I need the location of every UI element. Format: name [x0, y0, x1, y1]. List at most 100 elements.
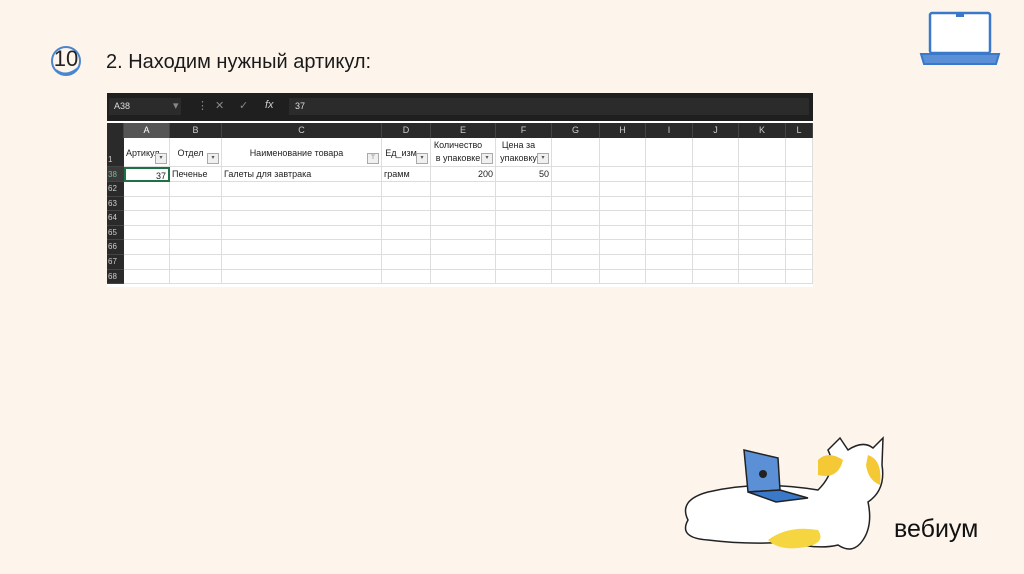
- cell[interactable]: [693, 167, 739, 182]
- cell[interactable]: [600, 225, 646, 241]
- cell[interactable]: [222, 269, 382, 285]
- cell[interactable]: [786, 196, 813, 212]
- column-header-A[interactable]: A: [124, 123, 170, 138]
- cell[interactable]: [222, 240, 382, 255]
- cell[interactable]: [431, 255, 496, 270]
- row-header-63[interactable]: 63: [107, 196, 124, 212]
- cell[interactable]: [786, 240, 813, 255]
- fx-icon[interactable]: fx: [265, 99, 274, 111]
- cell[interactable]: [496, 182, 552, 197]
- cell-F38[interactable]: 50: [496, 167, 552, 182]
- row-header-64[interactable]: 64: [107, 211, 124, 226]
- confirm-icon[interactable]: ✓: [239, 99, 248, 112]
- cell[interactable]: [552, 138, 600, 167]
- cell[interactable]: [552, 182, 600, 197]
- cell[interactable]: [496, 211, 552, 226]
- cell[interactable]: [600, 182, 646, 197]
- cell[interactable]: [646, 182, 693, 197]
- cell[interactable]: [552, 211, 600, 226]
- row-header-68[interactable]: 68: [107, 269, 124, 285]
- column-header-G[interactable]: G: [552, 123, 600, 138]
- cell[interactable]: [739, 196, 786, 212]
- filter-dropdown-icon[interactable]: ▾: [537, 153, 549, 164]
- cell[interactable]: [431, 269, 496, 285]
- row-header-1[interactable]: 1: [107, 138, 124, 167]
- cell[interactable]: [431, 240, 496, 255]
- cell[interactable]: [693, 255, 739, 270]
- more-icon[interactable]: ⋮: [197, 99, 208, 112]
- cell[interactable]: [646, 196, 693, 212]
- cell[interactable]: [496, 225, 552, 241]
- cell[interactable]: [646, 269, 693, 285]
- header-cell[interactable]: Отдел ▾: [170, 138, 222, 167]
- cell[interactable]: [382, 211, 431, 226]
- column-header-I[interactable]: I: [646, 123, 693, 138]
- cell[interactable]: [552, 167, 600, 182]
- formula-input[interactable]: 37: [289, 98, 809, 115]
- cell[interactable]: [124, 255, 170, 270]
- name-box[interactable]: A38: [109, 98, 181, 115]
- filter-dropdown-icon[interactable]: ▾: [207, 153, 219, 164]
- cell[interactable]: [786, 138, 813, 167]
- filter-dropdown-icon[interactable]: ▾: [155, 153, 167, 164]
- cell[interactable]: [600, 240, 646, 255]
- cell[interactable]: [431, 196, 496, 212]
- cell[interactable]: [170, 255, 222, 270]
- column-header-J[interactable]: J: [693, 123, 739, 138]
- cell[interactable]: [646, 240, 693, 255]
- select-all-corner[interactable]: [107, 123, 124, 138]
- cell[interactable]: [693, 182, 739, 197]
- cell[interactable]: [496, 240, 552, 255]
- cell[interactable]: [382, 196, 431, 212]
- cell[interactable]: [124, 211, 170, 226]
- cell[interactable]: [646, 167, 693, 182]
- cell[interactable]: [124, 196, 170, 212]
- cell[interactable]: [786, 211, 813, 226]
- cell[interactable]: [124, 182, 170, 197]
- header-cell[interactable]: Ед_изм ▾: [382, 138, 431, 167]
- cell[interactable]: [646, 211, 693, 226]
- cell[interactable]: [431, 182, 496, 197]
- cell[interactable]: [124, 269, 170, 285]
- cell[interactable]: [739, 225, 786, 241]
- cell[interactable]: [739, 167, 786, 182]
- cell[interactable]: [431, 225, 496, 241]
- column-header-F[interactable]: F: [496, 123, 552, 138]
- cell[interactable]: [552, 196, 600, 212]
- cell[interactable]: [552, 269, 600, 285]
- filter-dropdown-icon[interactable]: ▾: [481, 153, 493, 164]
- cell[interactable]: [170, 225, 222, 241]
- cell[interactable]: [222, 211, 382, 226]
- cell[interactable]: [170, 269, 222, 285]
- cell[interactable]: [600, 196, 646, 212]
- column-header-H[interactable]: H: [600, 123, 646, 138]
- cell[interactable]: [693, 138, 739, 167]
- cell[interactable]: [600, 167, 646, 182]
- cell[interactable]: [382, 269, 431, 285]
- row-header-67[interactable]: 67: [107, 255, 124, 270]
- cell[interactable]: [496, 269, 552, 285]
- cell[interactable]: [739, 211, 786, 226]
- cell[interactable]: [170, 240, 222, 255]
- row-header-66[interactable]: 66: [107, 240, 124, 255]
- row-header-62[interactable]: 62: [107, 182, 124, 197]
- cell[interactable]: [552, 240, 600, 255]
- cell[interactable]: [222, 182, 382, 197]
- cell[interactable]: [170, 211, 222, 226]
- cell-D38[interactable]: грамм: [382, 167, 431, 182]
- cell-C38[interactable]: Галеты для завтрака: [222, 167, 382, 182]
- cell[interactable]: [222, 225, 382, 241]
- cell-A38[interactable]: 37: [124, 167, 170, 182]
- cell[interactable]: [496, 196, 552, 212]
- cell[interactable]: [600, 211, 646, 226]
- chevron-down-icon[interactable]: ▾: [173, 99, 179, 112]
- cell[interactable]: [739, 255, 786, 270]
- filter-active-icon[interactable]: ⊤: [367, 153, 379, 164]
- cell[interactable]: [739, 138, 786, 167]
- cell[interactable]: [693, 225, 739, 241]
- cell[interactable]: [170, 182, 222, 197]
- cell[interactable]: [124, 225, 170, 241]
- cell[interactable]: [646, 255, 693, 270]
- column-header-K[interactable]: K: [739, 123, 786, 138]
- cell[interactable]: [786, 255, 813, 270]
